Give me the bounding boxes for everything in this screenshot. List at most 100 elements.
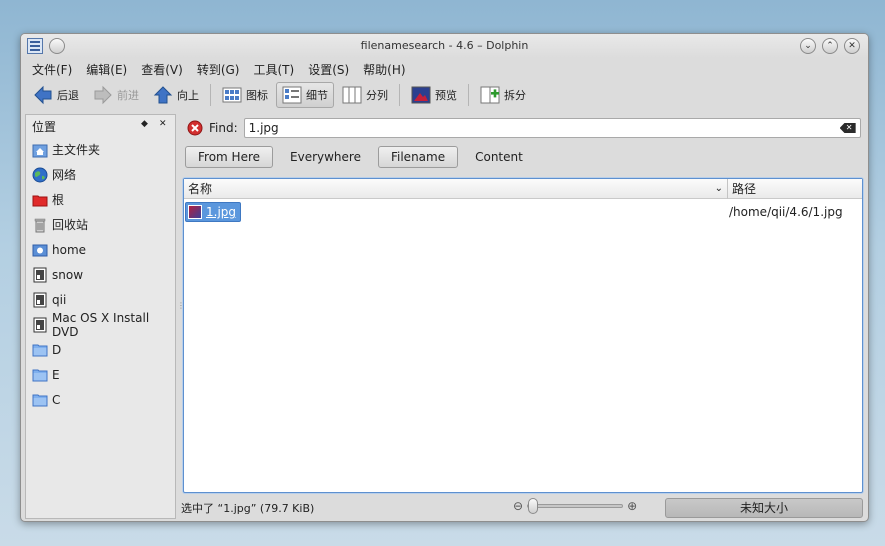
place-item-root[interactable]: 根 bbox=[26, 187, 175, 212]
find-label: Find: bbox=[209, 121, 238, 135]
find-input[interactable]: 1.jpg ✕ bbox=[243, 118, 861, 138]
back-label: 后退 bbox=[57, 89, 79, 102]
menu-help[interactable]: 帮助(H) bbox=[356, 61, 412, 78]
drive-icon bbox=[32, 244, 48, 256]
split-button[interactable]: 拆分 bbox=[474, 82, 532, 108]
place-item-d[interactable]: D bbox=[26, 337, 175, 362]
close-panel-icon[interactable]: ✕ bbox=[159, 119, 167, 129]
main-view: Find: 1.jpg ✕ From Here Everywhere Filen… bbox=[181, 114, 866, 499]
place-item-network[interactable]: 网络 bbox=[26, 162, 175, 187]
folder-icon bbox=[32, 394, 48, 406]
split-label: 拆分 bbox=[504, 89, 526, 102]
columns-label: 分列 bbox=[366, 89, 388, 102]
drive-icon bbox=[33, 267, 47, 282]
place-item-c[interactable]: C bbox=[26, 387, 175, 412]
places-title: 位置 bbox=[32, 119, 57, 134]
trash-icon bbox=[34, 218, 46, 232]
icons-view-icon bbox=[222, 87, 242, 103]
forward-button[interactable]: 前进 bbox=[87, 82, 145, 108]
menu-bar: 文件(F) 编辑(E) 查看(V) 转到(G) 工具(T) 设置(S) 帮助(H… bbox=[21, 58, 868, 80]
menu-view[interactable]: 查看(V) bbox=[134, 61, 190, 78]
zoom-out-icon[interactable]: ⊖ bbox=[513, 499, 523, 513]
maximize-button[interactable]: ⌃ bbox=[822, 38, 838, 54]
place-item-mac-dvd[interactable]: Mac OS X Install DVD bbox=[26, 311, 175, 339]
dolphin-window: filenamesearch - 4.6 – Dolphin ⌄ ⌃ ✕ 文件(… bbox=[20, 33, 869, 522]
content-button[interactable]: Content bbox=[462, 146, 536, 168]
window-title: filenamesearch - 4.6 – Dolphin bbox=[360, 39, 529, 52]
toolbar-separator bbox=[210, 84, 211, 106]
list-header: 名称 ⌄ 路径 bbox=[184, 178, 862, 199]
menu-go[interactable]: 转到(G) bbox=[190, 61, 247, 78]
zoom-slider[interactable] bbox=[527, 498, 624, 514]
close-button[interactable]: ✕ bbox=[844, 38, 860, 54]
chevron-down-icon: ⌄ bbox=[714, 182, 723, 194]
arrow-left-icon bbox=[34, 85, 52, 105]
file-name: 1.jpg bbox=[206, 205, 237, 219]
image-file-icon bbox=[188, 205, 202, 219]
place-item-home-folder[interactable]: 主文件夹 bbox=[26, 137, 175, 162]
preview-button[interactable]: 预览 bbox=[405, 82, 463, 108]
zoom-control: ⊖ ⊕ bbox=[513, 498, 637, 514]
free-space-indicator: 未知大小 bbox=[665, 498, 863, 518]
from-here-button[interactable]: From Here bbox=[185, 146, 274, 168]
title-bar: filenamesearch - 4.6 – Dolphin ⌄ ⌃ ✕ bbox=[21, 34, 868, 58]
filename-button[interactable]: Filename bbox=[377, 146, 459, 168]
icons-label: 图标 bbox=[246, 89, 268, 102]
details-view-icon bbox=[282, 86, 302, 104]
column-header-name[interactable]: 名称 ⌄ bbox=[184, 178, 728, 199]
details-label: 细节 bbox=[306, 89, 328, 102]
main-toolbar: 后退 前进 向上 图标 细节 分列 预览 拆分 bbox=[21, 80, 868, 110]
back-button[interactable]: 后退 bbox=[27, 82, 85, 108]
network-globe-icon bbox=[32, 167, 48, 182]
toolbar-separator bbox=[399, 84, 400, 106]
menu-edit[interactable]: 编辑(E) bbox=[79, 61, 134, 78]
menu-tools[interactable]: 工具(T) bbox=[246, 61, 301, 78]
column-header-path[interactable]: 路径 bbox=[728, 180, 756, 197]
menu-settings[interactable]: 设置(S) bbox=[301, 61, 356, 78]
places-list: 主文件夹 网络 根 回收站 home snow qii Mac OS X Ins… bbox=[26, 137, 175, 412]
place-item-home[interactable]: home bbox=[26, 237, 175, 262]
folder-icon bbox=[32, 369, 48, 381]
clear-text-icon[interactable]: ✕ bbox=[839, 123, 856, 133]
find-bar: Find: 1.jpg ✕ bbox=[181, 114, 866, 142]
menu-file[interactable]: 文件(F) bbox=[25, 61, 79, 78]
drive-icon bbox=[33, 317, 47, 332]
root-folder-icon bbox=[32, 195, 48, 206]
place-item-qii[interactable]: qii bbox=[26, 287, 175, 312]
place-item-trash[interactable]: 回收站 bbox=[26, 212, 175, 237]
places-header: 位置 ◆ ✕ bbox=[26, 115, 175, 137]
minimize-button[interactable]: ⌄ bbox=[800, 38, 816, 54]
view-columns-button[interactable]: 分列 bbox=[336, 82, 394, 108]
columns-view-icon bbox=[342, 86, 362, 104]
view-details-button[interactable]: 细节 bbox=[276, 82, 334, 108]
find-input-value: 1.jpg bbox=[248, 121, 279, 135]
up-label: 向上 bbox=[177, 89, 199, 102]
file-path: /home/qii/4.6/1.jpg bbox=[729, 205, 843, 219]
folder-icon bbox=[32, 344, 48, 356]
file-list[interactable]: 名称 ⌄ 路径 1.jpg /home/qii/4.6/1.jpg bbox=[183, 178, 863, 493]
float-panel-icon[interactable]: ◆ bbox=[141, 119, 148, 129]
status-text: 选中了 “1.jpg” (79.7 KiB) bbox=[181, 502, 315, 515]
search-filter-bar: From Here Everywhere Filename Content bbox=[181, 142, 866, 172]
forward-label: 前进 bbox=[117, 89, 139, 102]
zoom-in-icon[interactable]: ⊕ bbox=[627, 499, 637, 513]
toolbar-separator bbox=[468, 84, 469, 106]
drive-icon bbox=[33, 292, 47, 307]
everywhere-button[interactable]: Everywhere bbox=[277, 146, 374, 168]
up-button[interactable]: 向上 bbox=[147, 82, 205, 108]
view-icons-button[interactable]: 图标 bbox=[216, 82, 274, 108]
preview-label: 预览 bbox=[435, 89, 457, 102]
table-row[interactable]: 1.jpg /home/qii/4.6/1.jpg bbox=[184, 201, 862, 223]
status-bar: 选中了 “1.jpg” (79.7 KiB) ⊖ ⊕ 未知大小 bbox=[181, 497, 866, 519]
split-view-icon bbox=[480, 86, 500, 104]
file-item-selected[interactable]: 1.jpg bbox=[185, 202, 242, 222]
arrow-right-icon bbox=[94, 85, 112, 105]
places-panel: 位置 ◆ ✕ 主文件夹 网络 根 回收站 home snow qii Mac O… bbox=[25, 114, 176, 519]
close-search-icon[interactable] bbox=[187, 120, 203, 136]
arrow-up-icon bbox=[153, 86, 173, 104]
zoom-slider-thumb[interactable] bbox=[528, 498, 539, 514]
home-folder-icon bbox=[32, 144, 48, 157]
place-item-e[interactable]: E bbox=[26, 362, 175, 387]
place-item-snow[interactable]: snow bbox=[26, 262, 175, 287]
preview-icon bbox=[411, 86, 431, 104]
